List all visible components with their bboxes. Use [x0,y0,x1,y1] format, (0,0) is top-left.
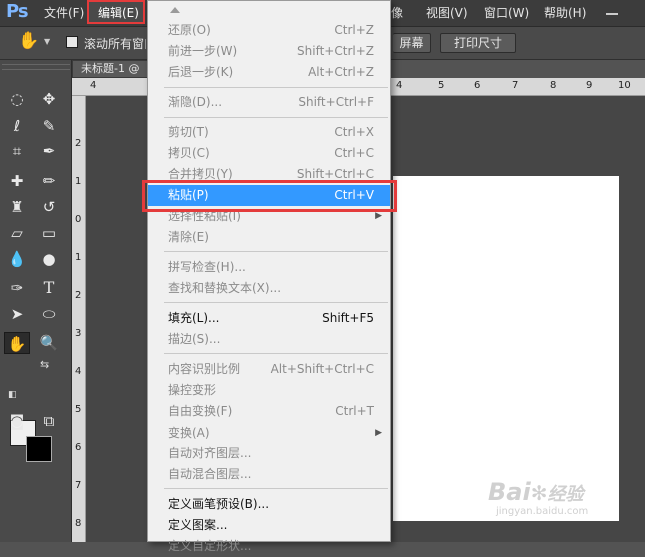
ruler-tick: 3 [75,328,82,339]
path-selection-tool-icon[interactable]: ➤ [4,303,30,325]
pen-tool-icon[interactable]: ✑ [4,277,30,299]
menu-item-find-replace-text[interactable]: 查找和替换文本(X)... [148,278,390,299]
menu-file[interactable]: 文件(F) [44,4,84,21]
menu-item-copy[interactable]: 拷贝(C) Ctrl+C [148,143,390,164]
hand-tool-icon: ✋ [18,31,40,51]
vertical-ruler: 2 1 0 1 2 3 4 5 6 7 8 [72,96,86,542]
print-size-button[interactable]: 打印尺寸 [440,33,516,53]
move-tool-icon[interactable]: ✥ [36,88,62,110]
dodge-tool-icon[interactable]: ● [36,248,62,270]
crop-tool-icon[interactable]: ⌗ [4,140,30,162]
scroll-all-windows-checkbox[interactable] [66,36,78,48]
ruler-tick: 0 [75,214,82,225]
menu-item-define-pattern[interactable]: 定义图案... [148,515,390,536]
menu-item-define-custom-shape[interactable]: 定义自定形状... [148,536,390,557]
document-tab[interactable]: 未标题-1 @ [72,60,152,78]
quick-selection-tool-icon[interactable]: ✎ [36,115,62,137]
menu-item-clear[interactable]: 清除(E) [148,227,390,248]
menu-separator [164,117,388,118]
menu-image-partial[interactable]: 像 [391,4,403,21]
menu-item-content-aware-scale[interactable]: 内容识别比例 Alt+Shift+Ctrl+C [148,359,390,380]
lasso-tool-icon[interactable]: ℓ [4,115,30,137]
edit-menu-dropdown: 还原(O) Ctrl+Z 前进一步(W) Shift+Ctrl+Z 后退一步(K) A… [147,0,391,553]
history-brush-tool-icon[interactable]: ↺ [36,196,62,218]
eyedropper-tool-icon[interactable]: ✒ [36,140,62,162]
brush-tool-icon[interactable]: ✏ [36,170,62,192]
ruler-tick: 8 [550,80,557,91]
tool-preset-chevron-down-icon[interactable]: ▼ [44,37,50,46]
swap-colors-icon[interactable]: ⇆ [40,358,49,371]
menu-separator [164,353,388,354]
menu-item-fade[interactable]: 渐隐(D)... Shift+Ctrl+F [148,92,390,113]
menu-separator [164,87,388,88]
scroll-up-arrow-icon[interactable] [170,7,180,13]
ruler-tick: 7 [512,80,519,91]
ruler-tick: 2 [75,138,82,149]
photoshop-logo: Ps [6,1,29,22]
ruler-tick: 1 [75,176,82,187]
clone-stamp-tool-icon[interactable]: ♜ [4,196,30,218]
watermark-brand: Bai [488,478,531,506]
menu-item-cut[interactable]: 剪切(T) Ctrl+X [148,122,390,143]
hand-tool-icon-active[interactable]: ✋ [4,332,30,354]
quick-mask-icon[interactable]: ◙ [4,410,30,432]
scroll-all-windows-label: 滚动所有窗口 [84,37,146,51]
ruler-tick: 5 [438,80,445,91]
submenu-arrow-icon: ▶ [375,428,382,438]
blur-tool-icon[interactable]: 💧 [4,248,30,270]
type-tool-icon[interactable]: T [36,277,62,299]
watermark-url: jingyan.baidu.com [496,506,589,517]
zoom-tool-icon[interactable]: 🔍 [36,332,62,354]
default-colors-icon[interactable]: ◧ [8,390,17,400]
fill-screen-button[interactable]: 屏幕 [393,33,431,53]
ruler-tick: 5 [75,404,82,415]
ruler-tick: 9 [586,80,593,91]
menu-item-auto-blend-layers[interactable]: 自动混合图层... [148,464,390,485]
menu-item-free-transform[interactable]: 自由变换(F) Ctrl+T [148,401,390,422]
ruler-tick: 4 [396,80,403,91]
menu-item-auto-align-layers[interactable]: 自动对齐图层... [148,443,390,464]
menu-edit[interactable]: 编辑(E) [98,4,139,21]
background-color-swatch[interactable] [26,436,52,462]
ruler-tick: 10 [618,80,631,91]
document-canvas[interactable] [393,176,619,521]
eraser-tool-icon[interactable]: ▱ [4,222,30,244]
ruler-tick: 1 [75,252,82,263]
ruler-tick: 4 [90,80,97,91]
toolbox-grip[interactable] [2,64,70,70]
healing-brush-tool-icon[interactable]: ✚ [4,170,30,192]
ruler-tick: 6 [474,80,481,91]
menu-item-check-spelling[interactable]: 拼写检查(H)... [148,257,390,278]
menu-item-define-brush-preset[interactable]: 定义画笔预设(B)... [148,494,390,515]
ellipse-tool-icon[interactable]: ⬭ [36,303,62,325]
marquee-tool-icon[interactable]: ◌ [4,88,30,110]
ruler-tick: 8 [75,518,82,529]
menu-item-step-backward[interactable]: 后退一步(K) Alt+Ctrl+Z [148,62,390,83]
menu-item-step-forward[interactable]: 前进一步(W) Shift+Ctrl+Z [148,41,390,62]
menu-separator [164,488,388,489]
baidu-jingyan-watermark: Bai✻经验 jingyan.baidu.com [488,478,638,528]
menu-item-transform[interactable]: 变换(A) ▶ [148,423,390,444]
ruler-tick: 4 [75,366,82,377]
menu-item-stroke[interactable]: 描边(S)... [148,329,390,350]
toolbox: ◌ ✥ ℓ ✎ ⌗ ✒ ✚ ✏ ♜ ↺ ▱ ▭ 💧 ● ✑ T ➤ ⬭ ✋ 🔍 … [0,60,72,542]
menu-item-puppet-warp[interactable]: 操控变形 [148,380,390,401]
menu-help[interactable]: 帮助(H) [544,4,586,21]
menu-view[interactable]: 视图(V) [426,4,468,21]
minimize-icon[interactable] [606,13,618,15]
ruler-tick: 2 [75,290,82,301]
paw-icon: ✻ [530,481,548,505]
gradient-tool-icon[interactable]: ▭ [36,222,62,244]
paste-callout-outline [142,180,397,212]
menu-item-undo[interactable]: 还原(O) Ctrl+Z [148,20,390,41]
ruler-tick: 6 [75,442,82,453]
menu-item-fill[interactable]: 填充(L)... Shift+F5 [148,308,390,329]
ruler-tick: 7 [75,480,82,491]
screen-mode-icon[interactable]: ⧉ [36,410,62,432]
watermark-brand-suffix: 经验 [547,484,584,505]
menu-separator [164,251,388,252]
menu-window[interactable]: 窗口(W) [484,4,529,21]
menu-separator [164,302,388,303]
